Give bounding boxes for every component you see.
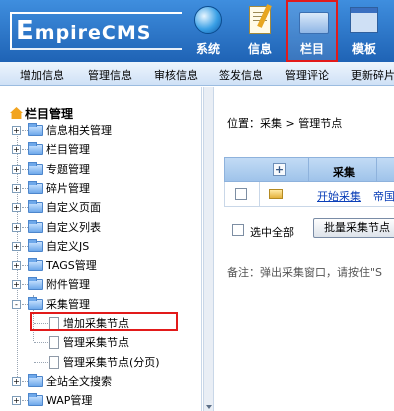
tree-item-label: WAP管理 xyxy=(46,394,93,407)
left-tree-pane: 栏目管理 + 信息相关管理 + 栏目管理 + 专题管理 + 碎片管理 + 自定义页面 + 自定义列表 +… xyxy=(0,87,202,411)
select-all-label: 选中全部 xyxy=(250,226,294,239)
folder-icon xyxy=(28,258,43,271)
start-collect-link[interactable]: 开始采集 xyxy=(317,188,361,204)
tree-item-label: 附件管理 xyxy=(46,278,90,291)
submenu-manage-comments[interactable]: 管理评论 xyxy=(285,67,329,83)
vertical-scrollbar[interactable] xyxy=(203,87,214,411)
row-checkbox[interactable] xyxy=(235,188,247,200)
submenu-add-info[interactable]: 增加信息 xyxy=(20,67,64,83)
row-extra-link[interactable]: 帝国 xyxy=(373,188,394,204)
folder-icon xyxy=(28,297,43,310)
remark-text: 备注：弹出采集窗口，请按住"S xyxy=(227,266,383,279)
tree-item-label-selected: 管理采集节点 xyxy=(63,336,129,349)
select-all-checkbox[interactable] xyxy=(232,224,244,236)
tree-item-label: TAGS管理 xyxy=(46,259,97,272)
home-icon xyxy=(10,107,23,119)
topnav-info[interactable]: 信息 xyxy=(234,0,286,62)
folder-icon xyxy=(299,12,329,34)
tree-item-label: 自定义列表 xyxy=(46,221,101,234)
sub-menu: 增加信息 管理信息 审核信息 签发信息 管理评论 更新碎片 xyxy=(0,62,394,86)
folder-icon xyxy=(28,277,43,290)
globe-icon xyxy=(194,6,222,34)
table-header: + 采集 xyxy=(224,157,394,182)
folder-icon xyxy=(28,162,43,175)
collapse-icon[interactable]: - xyxy=(12,300,21,309)
submenu-update-fragments[interactable]: 更新碎片 xyxy=(351,67,394,83)
tree-item-label: 自定义页面 xyxy=(46,201,101,214)
empirecms-logo: EmpireCMS xyxy=(10,12,182,50)
tree-item-label: 碎片管理 xyxy=(46,182,90,195)
scroll-down-arrow-icon[interactable] xyxy=(206,405,212,409)
highlight-box xyxy=(30,312,178,331)
main-content: 位置：采集 > 管理节点 + 采集 开始采集 帝国 选中全部 批量采集节点 备注… xyxy=(215,87,394,411)
submenu-review-info[interactable]: 审核信息 xyxy=(154,67,198,83)
folder-icon xyxy=(28,393,43,406)
tree-item-label: 管理采集节点(分页) xyxy=(63,356,160,369)
expand-icon[interactable]: + xyxy=(12,126,21,135)
expand-icon[interactable]: + xyxy=(12,165,21,174)
tree-item-label: 采集管理 xyxy=(46,298,90,311)
topnav-template[interactable]: 模板 xyxy=(338,0,390,62)
expand-icon[interactable]: + xyxy=(12,377,21,386)
folder-icon xyxy=(269,189,283,199)
column-header-collect: 采集 xyxy=(333,166,355,179)
breadcrumb: 位置：采集 > 管理节点 xyxy=(227,117,343,130)
submenu-manage-info[interactable]: 管理信息 xyxy=(88,67,132,83)
window-icon xyxy=(350,7,378,33)
expand-icon[interactable]: + xyxy=(12,242,21,251)
folder-icon xyxy=(28,123,43,136)
folder-icon xyxy=(28,374,43,387)
expand-icon[interactable]: + xyxy=(12,396,21,405)
expand-icon[interactable]: + xyxy=(12,223,21,232)
submenu-sign-info[interactable]: 签发信息 xyxy=(219,67,263,83)
expand-icon[interactable]: + xyxy=(12,145,21,154)
topnav-column[interactable]: 栏目 xyxy=(286,0,338,62)
folder-icon xyxy=(28,239,43,252)
expand-icon[interactable]: + xyxy=(12,261,21,270)
topnav-system[interactable]: 系统 xyxy=(182,0,234,62)
page-icon xyxy=(49,336,59,349)
batch-collect-button[interactable]: 批量采集节点 xyxy=(313,218,394,238)
top-header: EmpireCMS 系统 信息 栏目 模板 xyxy=(0,0,394,62)
tree-title: 栏目管理 xyxy=(10,105,73,122)
tree-item-label: 信息相关管理 xyxy=(46,124,112,137)
tree-item-label: 专题管理 xyxy=(46,163,90,176)
tree-item-label: 自定义JS xyxy=(46,240,90,253)
table-row: 开始采集 帝国 xyxy=(224,182,394,207)
expand-icon[interactable]: + xyxy=(12,280,21,289)
folder-icon xyxy=(28,200,43,213)
tree-item-label: 栏目管理 xyxy=(46,143,90,156)
expand-all-plus-icon[interactable]: + xyxy=(273,163,286,176)
folder-icon xyxy=(28,181,43,194)
expand-icon[interactable]: + xyxy=(12,184,21,193)
folder-icon xyxy=(28,142,43,155)
tree-item-label: 全站全文搜索 xyxy=(46,375,112,388)
expand-icon[interactable]: + xyxy=(12,203,21,212)
page-icon xyxy=(49,356,59,369)
folder-icon xyxy=(28,220,43,233)
